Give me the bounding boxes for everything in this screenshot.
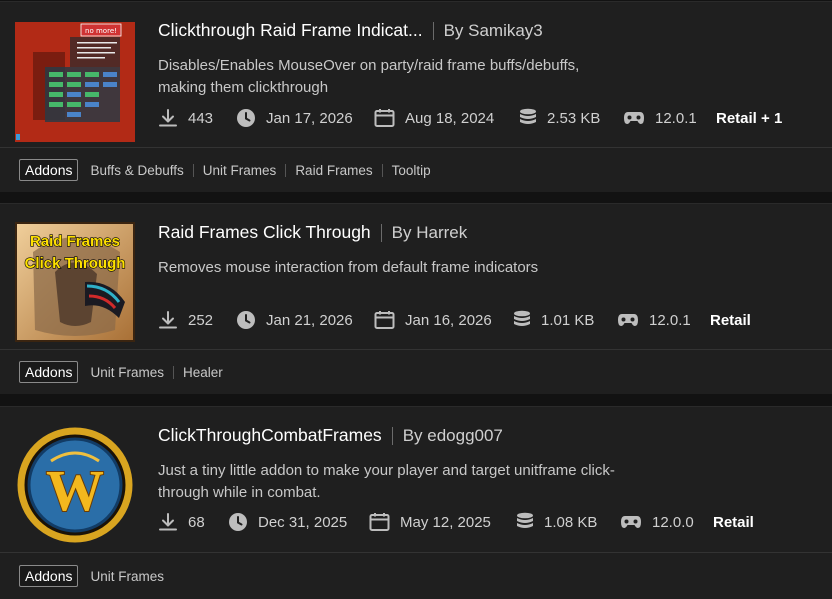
database-icon — [517, 512, 533, 528]
tag-buffs-debuffs[interactable]: Buffs & Debuffs — [90, 163, 183, 178]
file-size: 1.01 KB — [541, 311, 595, 329]
category-badge[interactable]: Addons — [19, 565, 79, 587]
updated-date: Dec 31, 2025 — [258, 513, 348, 531]
addon-author[interactable]: By Harrek — [392, 223, 468, 243]
calendar-icon — [374, 109, 395, 127]
game-version[interactable]: Retail + 1 — [716, 110, 782, 127]
addon-description: Removes mouse interaction from default f… — [158, 259, 539, 276]
title-divider — [391, 426, 393, 445]
gamepad-icon — [624, 112, 644, 124]
category-badge[interactable]: Addons — [19, 361, 79, 383]
updated-date: Jan 17, 2026 — [266, 109, 353, 127]
addon-tags: Addons Buffs & Debuffs Unit Frames Raid … — [0, 147, 832, 192]
addon-card[interactable]: no more! Clickthrough Raid Frame Indicat… — [0, 1, 832, 192]
created-date: May 12, 2025 — [400, 513, 491, 531]
tag-tooltip[interactable]: Tooltip — [392, 163, 431, 178]
addon-version: 12.0.0 — [652, 513, 694, 531]
tag-divider — [192, 163, 194, 177]
addon-stats: 443 Jan 17, 2026 Aug 18, 2024 2.53 KB 12… — [158, 108, 782, 128]
download-count: 443 — [188, 109, 214, 127]
thumbnail-caption: Raid Frames — [30, 233, 120, 250]
tag-healer[interactable]: Healer — [183, 365, 223, 380]
file-size: 2.53 KB — [547, 109, 601, 127]
category-badge[interactable]: Addons — [19, 159, 79, 181]
tag-unit-frames[interactable]: Unit Frames — [90, 569, 164, 584]
addon-version: 12.0.1 — [649, 311, 691, 329]
addon-thumbnail[interactable]: W — [15, 425, 135, 545]
game-version[interactable]: Retail — [710, 312, 751, 329]
tag-raid-frames[interactable]: Raid Frames — [295, 163, 372, 178]
addon-tags: Addons Unit Frames Healer — [0, 349, 832, 394]
calendar-icon — [374, 311, 395, 329]
database-icon — [514, 310, 530, 326]
tag-divider — [381, 163, 383, 177]
calendar-icon — [369, 513, 390, 531]
created-date: Aug 18, 2024 — [405, 109, 495, 127]
title-divider — [380, 223, 382, 242]
addon-author[interactable]: By Samikay3 — [444, 21, 543, 41]
download-icon — [159, 311, 177, 329]
download-icon — [159, 109, 177, 127]
addon-card[interactable]: Raid Frames Click Through Raid Frames Cl… — [0, 203, 832, 394]
game-version[interactable]: Retail — [713, 514, 754, 531]
title-divider — [432, 21, 434, 40]
download-count: 68 — [188, 513, 205, 531]
clock-icon — [237, 311, 255, 329]
thumbnail-caption: W — [46, 458, 104, 523]
tag-unit-frames[interactable]: Unit Frames — [203, 163, 277, 178]
gamepad-icon — [621, 516, 641, 528]
created-date: Jan 16, 2026 — [405, 311, 492, 329]
addon-description: Just a tiny little addon to make your pl… — [158, 462, 615, 501]
addon-title[interactable]: Clickthrough Raid Frame Indicat... — [158, 20, 423, 41]
download-count: 252 — [188, 311, 214, 329]
updated-date: Jan 21, 2026 — [266, 311, 353, 329]
database-icon — [520, 108, 536, 124]
download-icon — [159, 513, 177, 531]
addon-tags: Addons Unit Frames — [0, 552, 832, 599]
addon-version: 12.0.1 — [655, 109, 697, 127]
addon-stats: 252 Jan 21, 2026 Jan 16, 2026 1.01 KB 12… — [158, 310, 751, 330]
addon-description: Disables/Enables MouseOver on party/raid… — [158, 57, 580, 96]
thumbnail-caption: Click Through — [25, 255, 126, 272]
tag-unit-frames[interactable]: Unit Frames — [90, 365, 164, 380]
thumbnail-caption: no more! — [85, 27, 117, 35]
addon-card[interactable]: W ClickThroughCombatFrames By edogg007 J… — [0, 406, 832, 599]
addon-author[interactable]: By edogg007 — [403, 426, 503, 446]
addon-title[interactable]: Raid Frames Click Through — [158, 222, 371, 243]
clock-icon — [237, 109, 255, 127]
addon-stats: 68 Dec 31, 2025 May 12, 2025 1.08 KB 12.… — [158, 512, 754, 532]
tag-divider — [285, 163, 287, 177]
file-size: 1.08 KB — [544, 513, 598, 531]
addon-thumbnail[interactable]: Raid Frames Click Through — [15, 222, 135, 342]
tag-divider — [173, 365, 174, 379]
addon-thumbnail[interactable]: no more! — [15, 22, 135, 142]
clock-icon — [229, 513, 247, 531]
addon-title[interactable]: ClickThroughCombatFrames — [158, 425, 382, 446]
gamepad-icon — [618, 314, 638, 326]
